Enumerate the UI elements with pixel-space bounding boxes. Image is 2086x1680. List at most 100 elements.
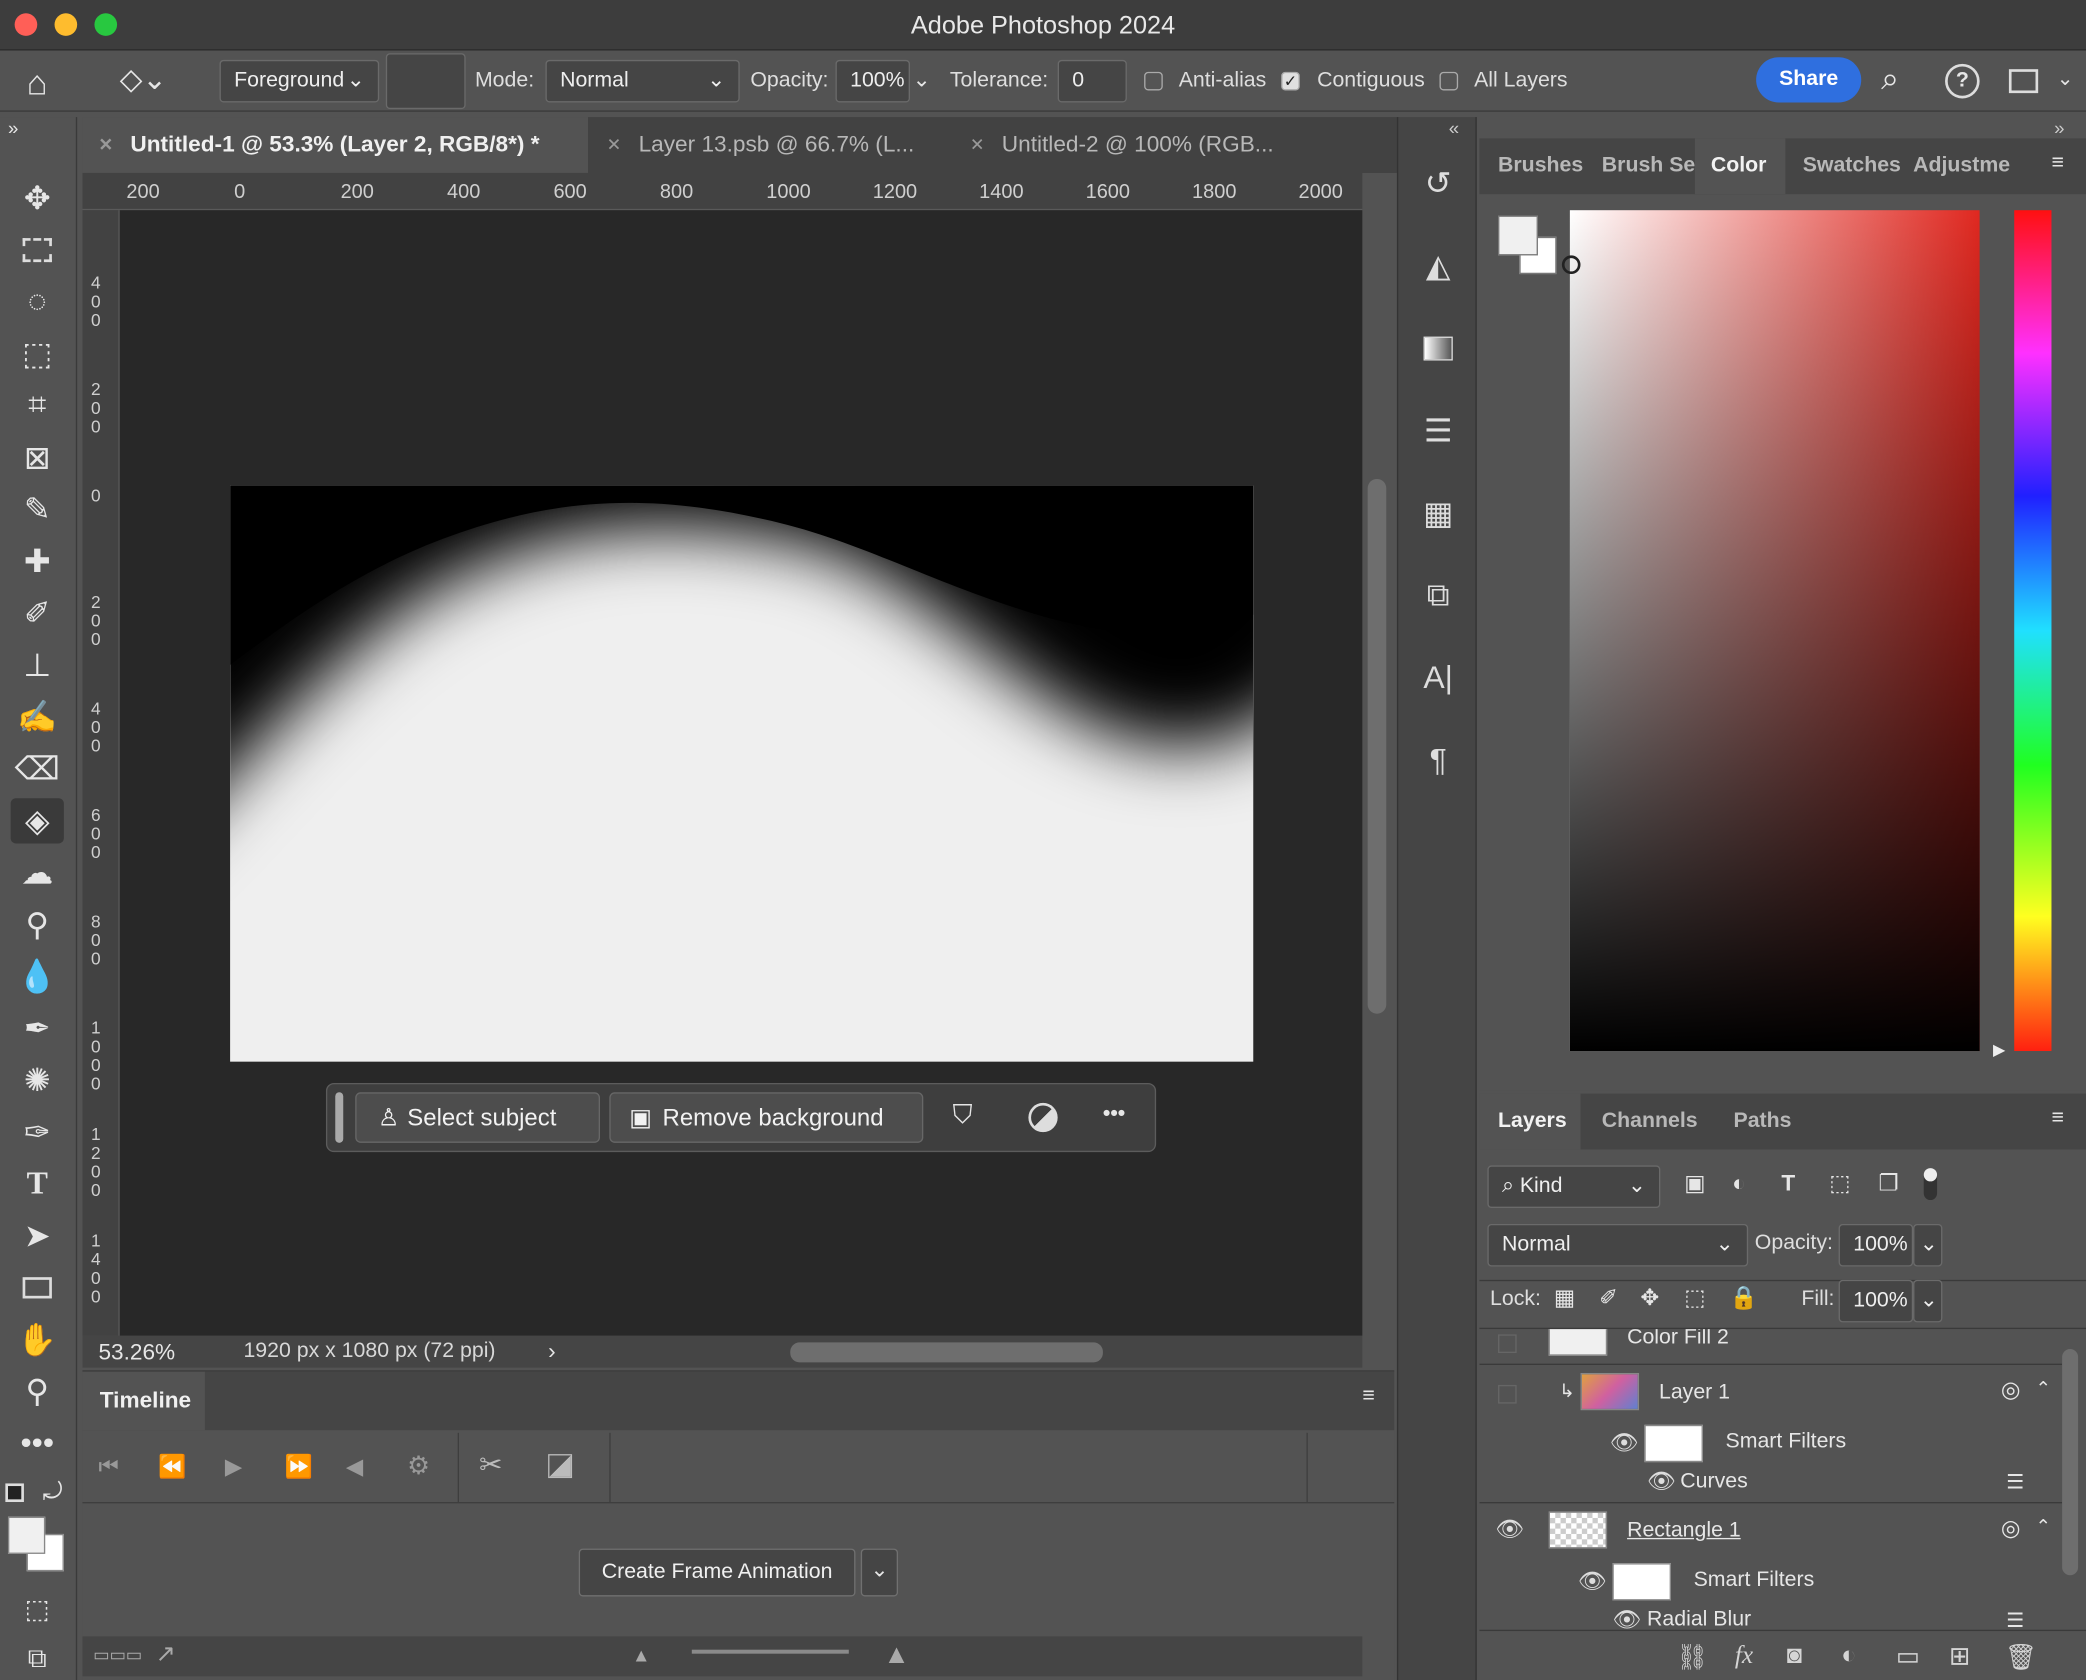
- swap-colors-icon[interactable]: ⤾: [43, 1478, 63, 1506]
- smudge-tool-icon[interactable]: ☁: [11, 850, 64, 895]
- tab-layer-13[interactable]: ✕ Layer 13.psb @ 66.7% (L...: [591, 117, 950, 173]
- paint-bucket-tool-icon[interactable]: ◈: [10, 798, 64, 844]
- blend-mode-dropdown[interactable]: Normal ⌄: [1487, 1223, 1749, 1267]
- properties-panel-icon[interactable]: ☰: [1414, 407, 1462, 455]
- lock-all-icon[interactable]: 🔒: [1730, 1285, 1758, 1312]
- healing-brush-tool-icon[interactable]: ✚: [11, 539, 64, 584]
- transition-icon[interactable]: [548, 1454, 573, 1479]
- tab-brush-settings[interactable]: Brush Set: [1602, 138, 1695, 194]
- layer-row[interactable]: Color Fill 2: [1479, 1329, 2062, 1364]
- animation-type-dropdown[interactable]: ⌄: [860, 1548, 899, 1597]
- adjustment-filter-icon[interactable]: ◐: [1732, 1171, 1746, 1198]
- document-canvas[interactable]: [230, 485, 1254, 1062]
- collapse-chevron-icon[interactable]: ⌃: [2036, 1515, 2052, 1538]
- character-panel-icon[interactable]: A|: [1414, 655, 1462, 703]
- path-selection-tool-icon[interactable]: ➤: [11, 1213, 64, 1258]
- foreground-color-swatch[interactable]: [7, 1516, 46, 1554]
- layers-scrollbar[interactable]: [2062, 1349, 2079, 1576]
- lock-position-icon[interactable]: ✥: [1640, 1285, 1659, 1312]
- new-adjustment-icon[interactable]: ◐: [1841, 1642, 1856, 1671]
- lock-transparent-icon[interactable]: ▦: [1554, 1285, 1575, 1312]
- zoom-out-mountain-icon[interactable]: ▲: [632, 1644, 650, 1665]
- filter-row[interactable]: 👁 Radial Blur ☰: [1479, 1603, 2062, 1630]
- pattern-tool-icon[interactable]: ✺: [11, 1058, 64, 1103]
- collapse-strip-icon[interactable]: «: [1449, 117, 1459, 138]
- tab-channels[interactable]: Channels: [1602, 1094, 1698, 1150]
- eye-icon[interactable]: 👁: [1610, 1430, 1639, 1457]
- adjustment-icon[interactable]: [1028, 1102, 1058, 1133]
- type-tool-icon[interactable]: T: [11, 1161, 64, 1206]
- crop-tool-icon[interactable]: ⌗: [11, 383, 64, 428]
- eye-icon[interactable]: 👁: [1495, 1517, 1524, 1544]
- mode-dropdown[interactable]: Normal ⌄: [545, 59, 740, 103]
- drag-handle[interactable]: [335, 1092, 344, 1143]
- shape-filter-icon[interactable]: ⬚: [1829, 1171, 1850, 1198]
- opacity-chevron-icon[interactable]: ⌄: [913, 67, 931, 94]
- dodge-tool-icon[interactable]: ⚲: [11, 902, 64, 947]
- tab-timeline[interactable]: Timeline: [82, 1371, 205, 1431]
- frames-icon[interactable]: ▭▭▭: [93, 1644, 142, 1665]
- next-frame-icon[interactable]: ⏩: [285, 1454, 313, 1481]
- layer-row[interactable]: ↳ Layer 1 ◎ ⌃: [1479, 1366, 2062, 1419]
- delete-layer-icon[interactable]: 🗑: [2005, 1642, 2037, 1674]
- tab-adjustments[interactable]: Adjustme: [1913, 138, 2030, 194]
- object-selection-tool-icon[interactable]: ⬚: [11, 331, 64, 376]
- workspace-icon[interactable]: [2008, 69, 2039, 94]
- paint-bucket-preset-icon[interactable]: ◇⌄: [120, 63, 167, 98]
- antialias-checkbox[interactable]: [1144, 71, 1163, 91]
- filter-toggle[interactable]: [1923, 1168, 1938, 1201]
- color-saturation-field[interactable]: [1569, 210, 1980, 1052]
- add-mask-icon[interactable]: ◙: [1787, 1642, 1802, 1671]
- tab-swatches[interactable]: Swatches: [1803, 138, 1901, 194]
- workspace-chevron-icon[interactable]: ⌄: [2057, 67, 2074, 91]
- tab-brushes[interactable]: Brushes: [1498, 138, 1583, 194]
- lock-pixels-icon[interactable]: ✐: [1599, 1285, 1618, 1312]
- tab-paths[interactable]: Paths: [1734, 1094, 1792, 1150]
- hand-tool-icon[interactable]: ✋: [11, 1317, 64, 1362]
- filter-options-icon[interactable]: ☰: [2006, 1470, 2024, 1494]
- type-filter-icon[interactable]: T: [1781, 1171, 1795, 1198]
- panel-menu-icon[interactable]: ≡: [1362, 1385, 1374, 1409]
- rectangle-tool-icon[interactable]: [11, 1265, 64, 1310]
- new-layer-icon[interactable]: ⊞: [1949, 1642, 1970, 1673]
- smart-filters-row[interactable]: 👁 Smart Filters: [1479, 1422, 2062, 1467]
- quick-mask-icon[interactable]: ⬚: [11, 1586, 64, 1631]
- filter-options-icon[interactable]: ☰: [2006, 1608, 2024, 1630]
- zoom-in-mountain-icon[interactable]: ▲: [883, 1640, 909, 1671]
- fx-icon[interactable]: fx: [1735, 1642, 1753, 1671]
- clone-stamp-tool-icon[interactable]: ⊥: [11, 643, 64, 688]
- zoom-level[interactable]: 53.26%: [98, 1340, 175, 1367]
- close-tab-icon[interactable]: ✕: [98, 117, 113, 173]
- timeline-zoom-slider[interactable]: [691, 1649, 849, 1654]
- shapes-panel-icon[interactable]: ◭: [1414, 242, 1462, 290]
- screen-mode-icon[interactable]: ⧉: [11, 1636, 64, 1680]
- help-icon[interactable]: ?: [1945, 63, 1980, 99]
- panel-menu-icon[interactable]: ≡: [2051, 152, 2063, 176]
- convert-icon[interactable]: ↗: [156, 1640, 176, 1668]
- previous-frame-icon[interactable]: ⏪: [158, 1454, 186, 1481]
- default-colors-icon[interactable]: [5, 1483, 24, 1503]
- foreground-color-swatch[interactable]: [1498, 215, 1538, 256]
- play-icon[interactable]: ▶: [225, 1454, 242, 1481]
- pattern-picker[interactable]: [385, 53, 466, 110]
- more-options-icon[interactable]: •••: [1103, 1103, 1125, 1127]
- new-group-icon[interactable]: ▭: [1896, 1642, 1920, 1673]
- layer-opacity-input[interactable]: 100%: [1838, 1223, 1914, 1267]
- more-tools-icon[interactable]: •••: [11, 1421, 64, 1466]
- blur-tool-icon[interactable]: 💧: [11, 954, 64, 999]
- frame-tool-icon[interactable]: ⊠: [11, 435, 64, 480]
- create-frame-animation-button[interactable]: Create Frame Animation: [578, 1548, 856, 1597]
- lock-artboard-icon[interactable]: ⬚: [1684, 1285, 1705, 1312]
- eye-icon[interactable]: 👁: [1612, 1607, 1641, 1630]
- history-panel-icon[interactable]: ↺: [1414, 160, 1462, 208]
- horizontal-scrollbar[interactable]: [790, 1342, 1103, 1363]
- audio-icon[interactable]: ◀: [346, 1454, 363, 1481]
- settings-gear-icon[interactable]: ⚙: [407, 1451, 430, 1482]
- hue-slider-marker[interactable]: ▶: [1993, 1040, 2005, 1059]
- tab-color[interactable]: Color: [1694, 138, 1786, 195]
- hue-slider[interactable]: [2014, 210, 2052, 1052]
- brush-tool-icon[interactable]: ✐: [11, 591, 64, 636]
- sponge-brush-icon[interactable]: ✒: [11, 1006, 64, 1051]
- smart-filters-row[interactable]: 👁 Smart Filters: [1479, 1561, 2062, 1606]
- fill-source-dropdown[interactable]: Foreground ⌄: [219, 59, 380, 103]
